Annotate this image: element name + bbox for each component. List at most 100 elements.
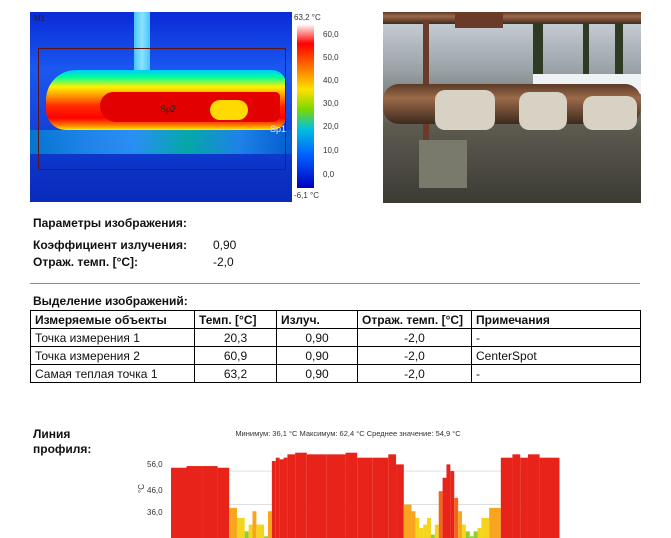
profile-bar bbox=[244, 531, 249, 538]
cell-refl-temp: -2,0 bbox=[357, 346, 472, 365]
thermal-image: M1 Sp2 Sp1 bbox=[30, 12, 292, 202]
column-header: Темп. [°C] bbox=[194, 310, 277, 329]
column-header: Примечания bbox=[471, 310, 641, 329]
profile-label-line1: Линия bbox=[33, 427, 71, 441]
profile-bar bbox=[345, 452, 358, 538]
profile-bar bbox=[512, 454, 521, 538]
cell-object: Точка измерения 1 bbox=[30, 328, 195, 347]
profile-bar bbox=[462, 524, 466, 538]
profile-bar bbox=[442, 477, 447, 538]
cell-emissivity: 0,90 bbox=[276, 346, 358, 365]
profile-bar bbox=[500, 457, 513, 538]
scale-tick: 20,0 bbox=[323, 122, 339, 131]
profile-bar bbox=[229, 507, 237, 538]
profile-bar bbox=[202, 466, 218, 538]
spot-label-2: Sp1 bbox=[270, 124, 287, 134]
cell-emissivity: 0,90 bbox=[276, 364, 358, 383]
profile-bar bbox=[539, 457, 559, 538]
cell-temp: 63,2 bbox=[194, 364, 277, 383]
thermal-corner-label: M1 bbox=[34, 14, 46, 23]
profile-bar bbox=[171, 467, 187, 538]
profile-bar bbox=[465, 531, 470, 538]
profile-bar bbox=[446, 464, 451, 538]
column-header: Отраж. темп. [°C] bbox=[357, 310, 472, 329]
table-row: Точка измерения 1 20,3 0,90 -2,0 - bbox=[30, 328, 641, 347]
scale-tick: 0,0 bbox=[323, 170, 335, 179]
cell-notes: - bbox=[471, 328, 641, 347]
profile-bar bbox=[388, 454, 397, 538]
profile-bar bbox=[423, 524, 428, 538]
profile-bar bbox=[271, 461, 276, 538]
refl-temp-label: Отраж. темп. [°C]: bbox=[33, 255, 139, 269]
cell-temp: 20,3 bbox=[194, 328, 277, 347]
profile-summary: Минимум: 36,1 °C Максимум: 62,4 °C Средн… bbox=[235, 429, 461, 438]
profile-bar bbox=[279, 459, 284, 538]
profile-bar bbox=[256, 524, 265, 538]
scale-tick: 30,0 bbox=[323, 99, 339, 108]
profile-bar bbox=[473, 531, 478, 538]
profile-bar bbox=[415, 517, 420, 538]
profile-bar bbox=[252, 511, 257, 538]
table-row: Точка измерения 2 60,9 0,90 -2,0 CenterS… bbox=[30, 346, 641, 365]
photo-insulation bbox=[583, 96, 637, 130]
emissivity-value: 0,90 bbox=[213, 238, 237, 252]
visual-photo bbox=[383, 12, 641, 203]
cell-refl-temp: -2,0 bbox=[357, 328, 472, 347]
cell-refl-temp: -2,0 bbox=[357, 364, 472, 383]
profile-bar bbox=[520, 457, 528, 538]
profile-bar bbox=[481, 517, 490, 538]
profile-bar bbox=[287, 454, 296, 538]
profile-bar bbox=[372, 457, 389, 538]
scale-tick: 60,0 bbox=[323, 30, 339, 39]
profile-bar bbox=[454, 497, 459, 538]
section-divider bbox=[30, 283, 640, 284]
profile-label-line2: профиля: bbox=[33, 442, 92, 456]
photo-concrete-block bbox=[419, 140, 467, 188]
temperature-scale-bar bbox=[297, 24, 314, 188]
cell-object: Самая теплая точка 1 bbox=[30, 364, 195, 383]
image-params-heading: Параметры изображения: bbox=[33, 216, 187, 230]
profile-bar bbox=[357, 457, 373, 538]
profile-bar bbox=[438, 491, 443, 538]
photo-upper-pipe bbox=[383, 12, 641, 24]
profile-bar bbox=[306, 454, 327, 538]
profile-bar bbox=[430, 534, 435, 538]
photo-insulation bbox=[435, 90, 495, 130]
scale-tick: 40,0 bbox=[323, 76, 339, 85]
cell-notes: CenterSpot bbox=[471, 346, 641, 365]
profile-y-tick: 36,0 bbox=[147, 508, 163, 517]
table-header-row: Измеряемые объекты Темп. [°C] Излуч. Отр… bbox=[30, 310, 641, 329]
profile-bar bbox=[295, 452, 307, 538]
profile-bar bbox=[283, 457, 288, 538]
scale-min-label: -6,1 °C bbox=[294, 191, 319, 200]
spot-label: Sp2 bbox=[160, 104, 177, 114]
photo-insulation bbox=[519, 92, 567, 130]
profile-bar bbox=[419, 527, 424, 538]
profile-bar bbox=[427, 517, 431, 538]
column-header: Излуч. bbox=[276, 310, 358, 329]
cell-object: Точка измерения 2 bbox=[30, 346, 195, 365]
selection-heading: Выделение изображений: bbox=[33, 294, 188, 308]
profile-y-tick: 46,0 bbox=[147, 486, 163, 495]
refl-temp-value: -2,0 bbox=[213, 255, 234, 269]
profile-plot bbox=[171, 452, 560, 538]
profile-bar bbox=[559, 457, 560, 538]
scale-tick: 50,0 bbox=[323, 53, 339, 62]
profile-bar bbox=[527, 454, 540, 538]
profile-chart: Минимум: 36,1 °C Максимум: 62,4 °C Средн… bbox=[133, 426, 563, 538]
profile-bar bbox=[186, 466, 203, 538]
cell-notes: - bbox=[471, 364, 641, 383]
profile-bar bbox=[403, 504, 412, 538]
profile-bar bbox=[275, 457, 280, 538]
profile-bar bbox=[411, 511, 416, 538]
profile-bar bbox=[477, 527, 482, 538]
photo-support-top bbox=[455, 12, 503, 28]
scale-max-label: 63,2 °C bbox=[294, 13, 321, 22]
cell-temp: 60,9 bbox=[194, 346, 277, 365]
profile-bar bbox=[236, 517, 245, 538]
profile-bar bbox=[217, 467, 230, 538]
table-row: Самая теплая точка 1 63,2 0,90 -2,0 - bbox=[30, 364, 641, 383]
column-header: Измеряемые объекты bbox=[30, 310, 195, 329]
profile-bar bbox=[434, 524, 439, 538]
profile-bar bbox=[458, 511, 462, 538]
